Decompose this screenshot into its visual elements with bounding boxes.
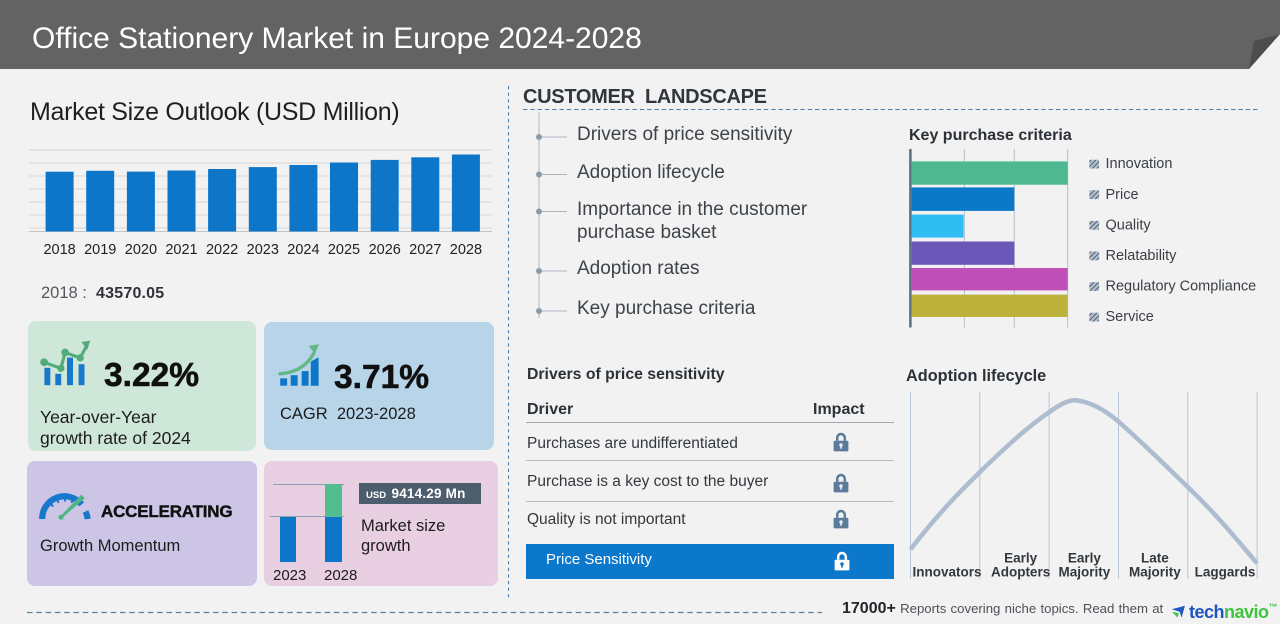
svg-text:Laggards: Laggards <box>1195 565 1256 580</box>
svg-text:2026: 2026 <box>369 242 401 258</box>
svg-text:Majority: Majority <box>1129 565 1181 580</box>
svg-text:2023: 2023 <box>273 567 306 584</box>
svg-text:2019: 2019 <box>84 242 116 258</box>
svg-text:2023: 2023 <box>247 242 279 258</box>
svg-text:2025: 2025 <box>328 242 360 258</box>
svg-text:Service: Service <box>1106 309 1154 325</box>
svg-text:Relatability: Relatability <box>1106 248 1178 264</box>
svg-text:Quality: Quality <box>1106 217 1152 233</box>
svg-text:2024: 2024 <box>287 242 319 258</box>
svg-text:Adopters: Adopters <box>991 565 1050 580</box>
svg-text:2021: 2021 <box>165 242 197 258</box>
svg-text:2028: 2028 <box>450 242 482 258</box>
svg-text:Early: Early <box>1068 551 1102 566</box>
svg-text:Innovation: Innovation <box>1106 156 1173 172</box>
svg-text:2028: 2028 <box>324 567 357 584</box>
svg-text:2020: 2020 <box>125 242 157 258</box>
svg-text:Regulatory Compliance: Regulatory Compliance <box>1106 279 1257 295</box>
svg-text:Innovators: Innovators <box>912 565 981 580</box>
svg-text:2027: 2027 <box>409 242 441 258</box>
svg-text:Price: Price <box>1106 187 1139 203</box>
svg-text:Early: Early <box>1004 551 1038 566</box>
svg-text:Late: Late <box>1141 551 1169 566</box>
svg-text:2018: 2018 <box>43 242 75 258</box>
svg-text:2022: 2022 <box>206 242 238 258</box>
svg-text:Majority: Majority <box>1059 565 1111 580</box>
